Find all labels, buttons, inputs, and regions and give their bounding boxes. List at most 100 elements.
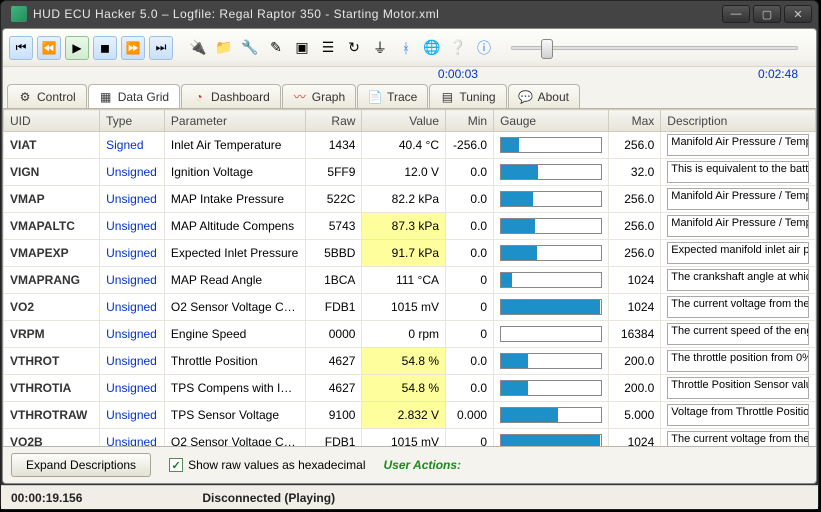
col-description[interactable]: Description	[661, 110, 816, 132]
connect-icon[interactable]: 🔌	[187, 37, 209, 59]
cell-min: 0.0	[446, 240, 494, 267]
cell-min: -256.0	[446, 132, 494, 159]
slider-thumb[interactable]	[541, 39, 553, 59]
cell-gauge	[494, 186, 609, 213]
cell-value: 91.7 kPa	[362, 240, 446, 267]
cell-raw: FDB1	[306, 429, 362, 448]
cell-type: Unsigned	[100, 186, 165, 213]
cell-raw: FDB1	[306, 294, 362, 321]
cell-raw: 4627	[306, 375, 362, 402]
cell-value: 12.0 V	[362, 159, 446, 186]
table-row[interactable]: VIGNUnsignedIgnition Voltage5FF912.0 V0.…	[4, 159, 816, 186]
cell-value: 1015 mV	[362, 429, 446, 448]
about-icon: 💬	[519, 90, 533, 104]
col-max[interactable]: Max	[609, 110, 661, 132]
cell-description: Manifold Air Pressure / Temperature sens…	[661, 132, 816, 159]
table-row[interactable]: VO2BUnsignedO2 Sensor Voltage Cyl 2FDB11…	[4, 429, 816, 448]
cell-gauge	[494, 402, 609, 429]
table-row[interactable]: VTHROTUnsignedThrottle Position462754.8 …	[4, 348, 816, 375]
col-gauge[interactable]: Gauge	[494, 110, 609, 132]
folder-icon[interactable]: 📁	[213, 37, 235, 59]
gauge-icon: ◔	[192, 90, 206, 104]
usb-icon[interactable]: ⏚	[369, 37, 391, 59]
cell-description: The throttle position from 0% (fully rel…	[661, 348, 816, 375]
col-min[interactable]: Min	[446, 110, 494, 132]
cell-description: Voltage from Throttle Position Sensor	[661, 402, 816, 429]
table-row[interactable]: VMAPRANGUnsignedMAP Read Angle1BCA111 °C…	[4, 267, 816, 294]
wrench-icon[interactable]: 🔧	[239, 37, 261, 59]
cell-type: Unsigned	[100, 402, 165, 429]
maximize-button[interactable]: ▢	[753, 5, 781, 23]
cell-min: 0	[446, 321, 494, 348]
cell-value: 87.3 kPa	[362, 213, 446, 240]
cell-type: Unsigned	[100, 429, 165, 448]
bluetooth-icon[interactable]: ᚼ	[395, 37, 417, 59]
cell-parameter: Throttle Position	[164, 348, 305, 375]
cell-gauge	[494, 213, 609, 240]
skip-end-button[interactable]: ⏭	[149, 36, 173, 60]
minimize-button[interactable]: —	[722, 5, 750, 23]
info-icon[interactable]: ⓘ	[473, 37, 495, 59]
cell-parameter: MAP Altitude Compens	[164, 213, 305, 240]
cell-uid: VMAP	[4, 186, 100, 213]
tab-dashboard[interactable]: ◔Dashboard	[181, 84, 281, 108]
list-icon[interactable]: ☰	[317, 37, 339, 59]
col-value[interactable]: Value	[362, 110, 446, 132]
close-button[interactable]: ✕	[784, 5, 812, 23]
cell-max: 256.0	[609, 213, 661, 240]
pencil-icon[interactable]: ✎	[265, 37, 287, 59]
play-button[interactable]: ▶	[65, 36, 89, 60]
col-parameter[interactable]: Parameter	[164, 110, 305, 132]
tab-label: Graph	[312, 90, 345, 104]
cell-gauge	[494, 159, 609, 186]
cell-raw: 4627	[306, 348, 362, 375]
refresh-icon[interactable]: ↻	[343, 37, 365, 59]
tab-trace[interactable]: 📄Trace	[357, 84, 428, 108]
cell-type: Unsigned	[100, 213, 165, 240]
grid-icon: ▦	[99, 90, 113, 104]
terminal-icon[interactable]: ▣	[291, 37, 313, 59]
checkbox-icon: ✓	[169, 458, 183, 472]
cell-raw: 9100	[306, 402, 362, 429]
globe-icon[interactable]: 🌐	[421, 37, 443, 59]
cell-max: 256.0	[609, 240, 661, 267]
tab-control[interactable]: ⚙Control	[7, 84, 87, 108]
expand-descriptions-button[interactable]: Expand Descriptions	[11, 453, 151, 477]
help-icon[interactable]: ❔	[447, 37, 469, 59]
cell-value: 82.2 kPa	[362, 186, 446, 213]
table-row[interactable]: VRPMUnsignedEngine Speed00000 rpm016384T…	[4, 321, 816, 348]
tab-graph[interactable]: 〰Graph	[282, 84, 356, 108]
tab-data-grid[interactable]: ▦Data Grid	[88, 84, 180, 108]
cell-min: 0	[446, 294, 494, 321]
cell-raw: 5743	[306, 213, 362, 240]
rewind-button[interactable]: ⏪	[37, 36, 61, 60]
table-row[interactable]: VIATSignedInlet Air Temperature143440.4 …	[4, 132, 816, 159]
table-row[interactable]: VO2UnsignedO2 Sensor Voltage Cyl 1FDB110…	[4, 294, 816, 321]
cell-uid: VIGN	[4, 159, 100, 186]
cell-description: Manifold Air Pressure / Temperature sens…	[661, 186, 816, 213]
fast-forward-button[interactable]: ⏩	[121, 36, 145, 60]
cell-value: 54.8 %	[362, 348, 446, 375]
skip-start-button[interactable]: ⏮	[9, 36, 33, 60]
app-icon	[11, 6, 27, 22]
tab-tuning[interactable]: ▤Tuning	[429, 84, 506, 108]
cell-gauge	[494, 294, 609, 321]
table-row[interactable]: VTHROTRAWUnsignedTPS Sensor Voltage91002…	[4, 402, 816, 429]
col-type[interactable]: Type	[100, 110, 165, 132]
col-raw[interactable]: Raw	[306, 110, 362, 132]
tab-about[interactable]: 💬About	[508, 84, 580, 108]
cell-description: The crankshaft angle at which the MAP se…	[661, 267, 816, 294]
stop-button[interactable]: ◼	[93, 36, 117, 60]
table-row[interactable]: VTHROTIAUnsignedTPS Compens with IACV462…	[4, 375, 816, 402]
playback-slider[interactable]	[511, 46, 798, 50]
cell-max: 200.0	[609, 348, 661, 375]
table-row[interactable]: VMAPEXPUnsignedExpected Inlet Pressure5B…	[4, 240, 816, 267]
table-row[interactable]: VMAPUnsignedMAP Intake Pressure522C82.2 …	[4, 186, 816, 213]
cell-gauge	[494, 240, 609, 267]
col-uid[interactable]: UID	[4, 110, 100, 132]
hex-checkbox[interactable]: ✓ Show raw values as hexadecimal	[169, 458, 365, 472]
data-grid[interactable]: UID Type Parameter Raw Value Min Gauge M…	[3, 109, 816, 447]
cell-raw: 5FF9	[306, 159, 362, 186]
cell-description: The current voltage from the O2 (lambda)…	[661, 429, 816, 448]
table-row[interactable]: VMAPALTCUnsignedMAP Altitude Compens5743…	[4, 213, 816, 240]
